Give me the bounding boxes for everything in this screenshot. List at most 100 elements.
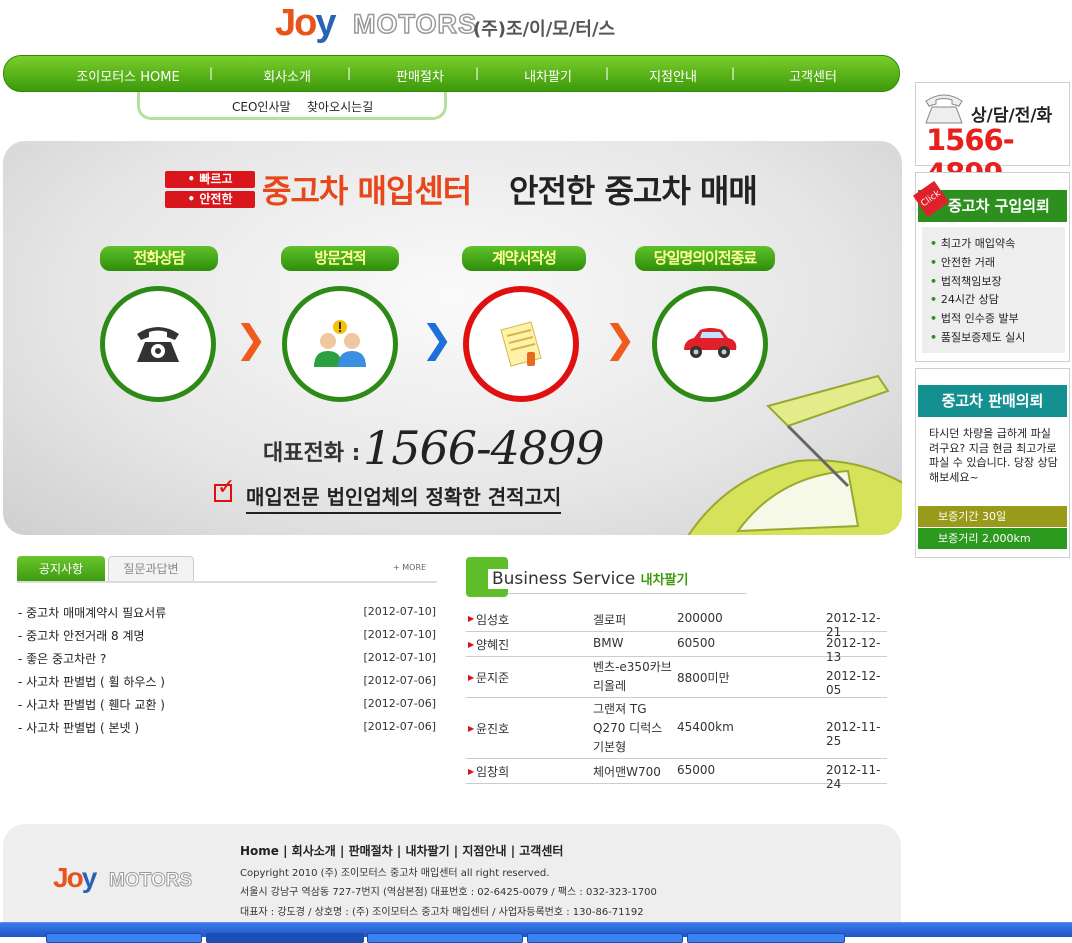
list-item[interactable]: - 중고차 매매계약시 필요서류 [2012-07-10] [18, 604, 436, 620]
sell-request-title[interactable]: 중고차 판매의뢰 [918, 385, 1067, 417]
footer-logo-joy: Joy [53, 862, 97, 893]
nav-company[interactable]: 회사소개 [252, 66, 322, 85]
list-item[interactable]: - 사고차 판별법 ( 본넷 ) [2012-07-06] [18, 719, 436, 735]
car-price: 200000 [677, 611, 723, 625]
car-illustration [687, 374, 902, 535]
main-nav: 조이모터스 HOME | 회사소개 | 판매절차 | 내차팔기 | 지점안내 |… [3, 55, 900, 92]
list-item[interactable]: - 사고차 판별법 ( 휠 하우스 ) [2012-07-06] [18, 673, 436, 689]
nav-separator: | [347, 66, 352, 80]
taskbar-button[interactable] [206, 933, 364, 943]
car-price: 45400km [677, 720, 734, 734]
car-model: 겔로퍼 [593, 613, 627, 627]
nav-home[interactable]: 조이모터스 HOME [72, 66, 184, 85]
table-row[interactable]: ▶ 윤진호 그랜져 TG Q270 디럭스 기본형 45400km 2012-1… [466, 698, 887, 759]
site-footer: Joy MOTORS Home | 회사소개 | 판매절차 | 내차팔기 | 지… [3, 824, 901, 934]
notice-date: [2012-07-10] [363, 605, 436, 618]
nav-separator: | [731, 66, 736, 80]
step-label-phone-consult: 전화상담 [100, 246, 218, 271]
step-label-transfer-complete: 당일명의이전종료 [635, 246, 775, 271]
car-date: 2012-11-24 [826, 763, 881, 791]
notice-title[interactable]: - 사고차 판별법 ( 휀다 교환 ) [18, 698, 165, 712]
taskbar-button[interactable] [687, 933, 845, 943]
car-price: 8800미만 [677, 671, 730, 685]
taskbar-button[interactable] [46, 933, 202, 943]
site-logo[interactable]: Joy MOTORS (주)조/이/모/터/스 [275, 2, 635, 46]
car-price: 65000 [677, 763, 716, 777]
bullet-arrow-icon: ▶ [468, 673, 475, 682]
list-item: 24시간 상담 [930, 291, 1065, 310]
footer-nav[interactable]: Home | 회사소개 | 판매절차 | 내차팔기 | 지점안내 | 고객센터 [240, 842, 563, 859]
step-label-visit-estimate: 방문견적 [281, 246, 399, 271]
people-talk-icon [314, 320, 366, 367]
sell-request-box[interactable]: 중고차 판매의뢰 타시던 차량을 급하게 파실려구요? 지금 현금 최고가로 파… [915, 368, 1070, 558]
list-item[interactable]: - 좋은 중고차란 ? [2012-07-10] [18, 650, 436, 666]
buy-request-box[interactable]: 중고차 구입의뢰 Click 최고가 매입약속 안전한 거래 법적책임보장 24… [912, 172, 1070, 362]
sell-request-description: 타시던 차량을 급하게 파실려구요? 지금 현금 최고가로 파실 수 있습니다.… [929, 427, 1058, 484]
consult-phone-box[interactable]: 상/담/전/화 1566-4899 [915, 82, 1070, 191]
car-model: 그랜져 TG Q270 디럭스 기본형 [593, 702, 663, 754]
nav-sell-my-car[interactable]: 내차팔기 [513, 66, 583, 85]
notice-date: [2012-07-10] [363, 651, 436, 664]
notice-title[interactable]: - 좋은 중고차란 ? [18, 652, 106, 666]
list-item: 최고가 매입약속 [930, 235, 1065, 254]
table-row[interactable]: ▶ 문지준 벤츠-e350카브리올레 8800미만 2012-12-05 [466, 657, 887, 698]
list-item[interactable]: - 중고차 안전거래 8 계명 [2012-07-10] [18, 627, 436, 643]
divider [17, 581, 437, 583]
step-visit-circle [282, 286, 398, 402]
nav-customer-center[interactable]: 고객센터 [778, 66, 848, 85]
step-contract-circle [463, 286, 579, 402]
nav-sales-procedure[interactable]: 판매절차 [385, 66, 455, 85]
notice-title[interactable]: - 중고차 매매계약시 필요서류 [18, 606, 166, 620]
taskbar-button[interactable] [367, 933, 523, 943]
list-item: 안전한 거래 [930, 254, 1065, 273]
step-label-contract: 계약서작성 [462, 246, 586, 271]
table-row[interactable]: ▶ 양혜진 BMW 60500 2012-12-13 [466, 632, 887, 664]
notice-title[interactable]: - 중고차 안전거래 8 계명 [18, 629, 145, 643]
notice-title[interactable]: - 사고차 판별법 ( 휠 하우스 ) [18, 675, 165, 689]
main-phone-number: 1566-4899 [363, 421, 605, 475]
headline-buying-center: 중고차 매입센터 [262, 172, 472, 210]
bullet-arrow-icon: ▶ [468, 767, 475, 776]
list-item[interactable]: - 사고차 판별법 ( 휀다 교환 ) [2012-07-06] [18, 696, 436, 712]
footer-logo[interactable]: Joy MOTORS [53, 862, 253, 902]
notice-date: [2012-07-10] [363, 628, 436, 641]
table-row[interactable]: ▶ 임성호 겔로퍼 200000 2012-12-21 [466, 606, 887, 639]
table-row[interactable]: ▶ 임창희 체어맨W700 65000 2012-11-24 [466, 759, 887, 791]
tab-qna[interactable]: 질문과답변 [108, 556, 194, 582]
banner-slogan: 매입전문 법인업체의 정확한 견적고지 [246, 481, 562, 514]
step-transfer-circle [652, 286, 768, 402]
tag-safe: • 안전한 [165, 191, 255, 208]
divider [508, 593, 746, 594]
seller-name: 임성호 [476, 613, 510, 627]
logo-korean-name: (주)조/이/모/터/스 [473, 19, 616, 40]
nav-branches[interactable]: 지점안내 [638, 66, 708, 85]
business-service-subtitle: 내차팔기 [640, 573, 689, 588]
os-taskbar [0, 922, 1072, 943]
footer-address: 서울시 강남구 역삼동 727-7번지 (역삼본점) 대표번호 : 02-642… [240, 887, 657, 898]
step-phone-circle [100, 286, 216, 402]
seller-name: 윤진호 [476, 722, 510, 736]
notice-title[interactable]: - 사고차 판별법 ( 본넷 ) [18, 721, 139, 735]
phone-label: 대표전화 : [263, 441, 361, 466]
list-item: 법적 인수증 발부 [930, 310, 1065, 329]
footer-business-info: 대표자 : 강도경 / 상호명 : (주) 조이모터스 중고차 매입센터 / 사… [240, 907, 644, 918]
bullet-arrow-icon: ▶ [468, 640, 475, 649]
seller-name: 문지준 [476, 671, 510, 685]
subnav-ceo-greeting[interactable]: CEO인사말 [232, 98, 291, 115]
step-arrow-right-icon: ❯ [421, 317, 453, 361]
headline-safe-trade: 안전한 중고차 매매 [509, 172, 758, 210]
notice-date: [2012-07-06] [363, 674, 436, 687]
business-service-header: Business Service 내차팔기 [466, 557, 746, 597]
taskbar-button[interactable] [527, 933, 683, 943]
logo-joy-text: Joy [275, 2, 337, 44]
nav-separator: | [475, 66, 480, 80]
list-item: 품질보증제도 실시 [930, 329, 1065, 348]
sub-nav: CEO인사말 찾아오시는길 [137, 92, 447, 120]
more-link[interactable]: + MORE [393, 563, 426, 572]
tab-notices[interactable]: 공지사항 [17, 556, 105, 582]
subnav-directions[interactable]: 찾아오시는길 [307, 98, 373, 115]
car-date: 2012-12-05 [826, 669, 881, 697]
buy-request-benefits: 최고가 매입약속 안전한 거래 법적책임보장 24시간 상담 법적 인수증 발부… [922, 227, 1065, 353]
telephone-icon [137, 327, 179, 362]
seller-name: 양혜진 [476, 638, 510, 652]
